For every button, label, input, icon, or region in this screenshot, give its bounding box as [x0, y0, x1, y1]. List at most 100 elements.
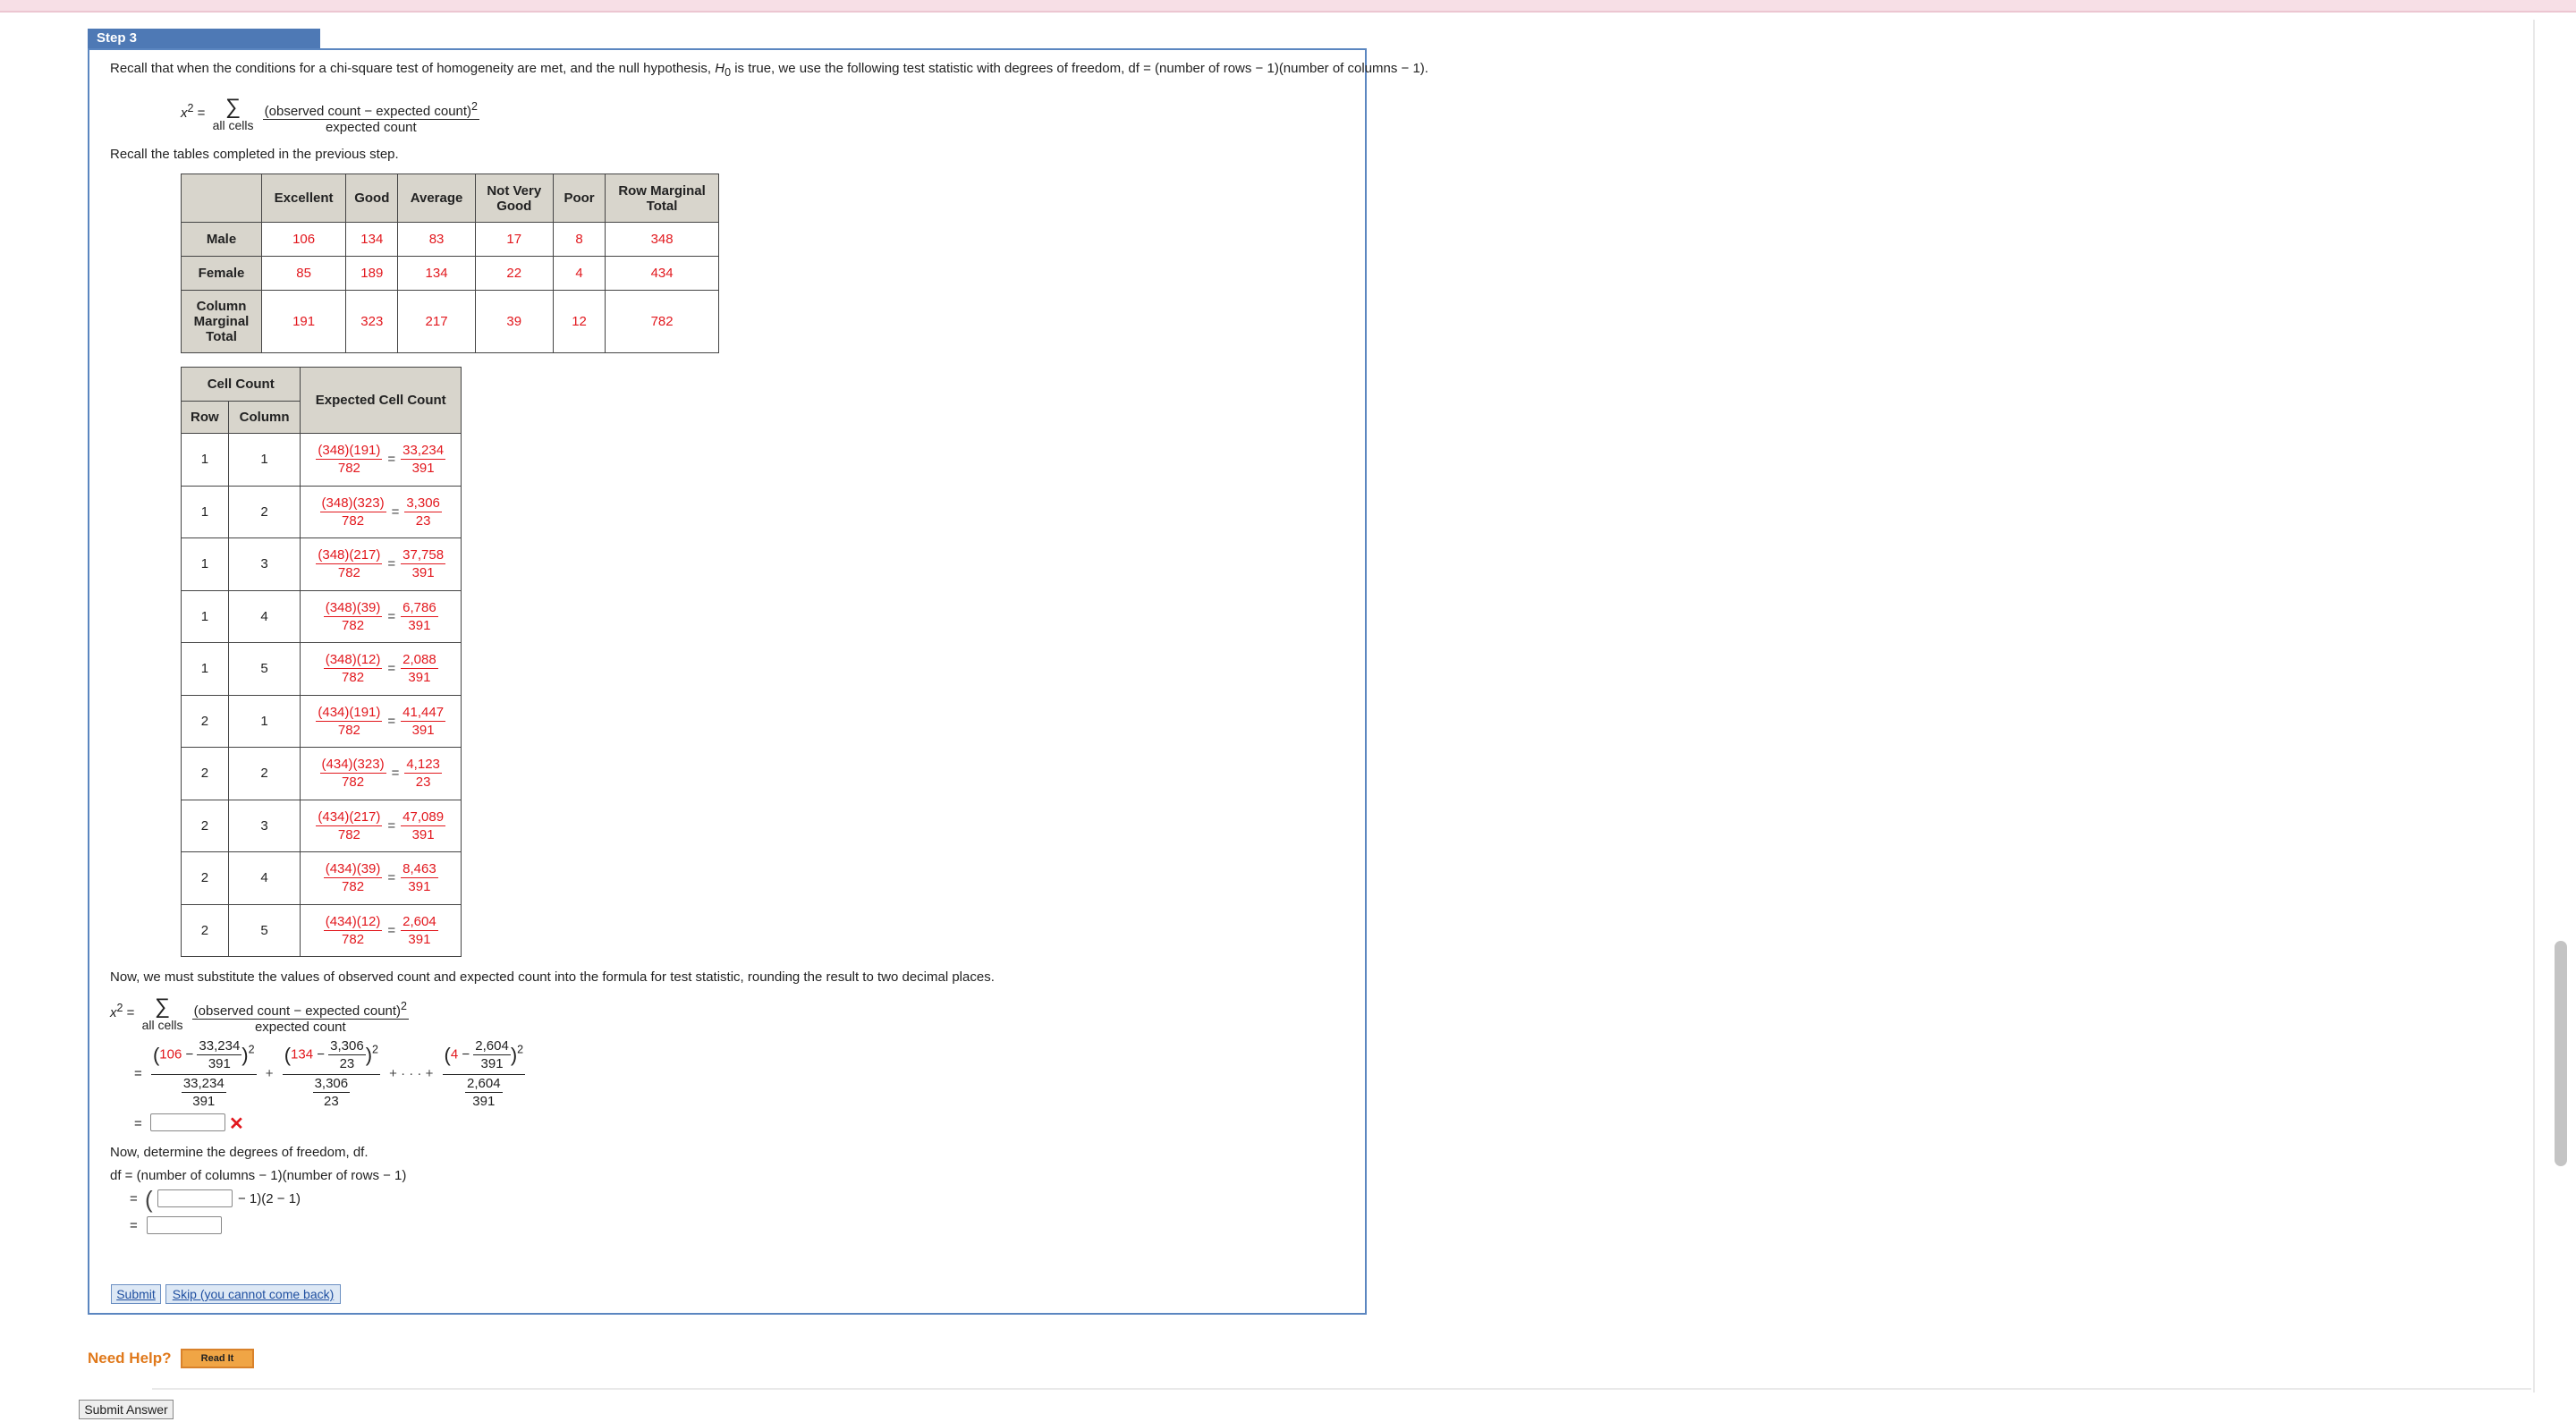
- row-index-cell: 2: [181, 747, 229, 800]
- minus-sign: −: [317, 1046, 325, 1062]
- expected-reduced-den: 391: [411, 722, 435, 738]
- formula-denominator: expected count: [254, 1020, 346, 1035]
- table-cell: 348: [605, 222, 719, 257]
- row-index-cell: 1: [181, 433, 229, 487]
- term-last-observed: 4: [450, 1046, 459, 1062]
- row-index-cell: 2: [181, 799, 229, 852]
- term-2-expected-num: 3,306: [328, 1038, 366, 1055]
- column-index-cell: 3: [227, 537, 301, 591]
- row-index-cell: 1: [181, 589, 229, 643]
- skip-button[interactable]: Skip (you cannot come back): [165, 1284, 341, 1304]
- row-index-cell: 1: [181, 642, 229, 696]
- column-index-cell: 2: [227, 747, 301, 800]
- expected-total: 782: [337, 565, 360, 581]
- expected-reduced-den: 23: [415, 774, 431, 791]
- substitution-formula: x2 = ∑ all cells (observed count − expec…: [110, 996, 409, 1035]
- read-it-button[interactable]: Read It: [181, 1349, 254, 1368]
- expected-total: 782: [337, 722, 360, 738]
- expected-total: 782: [342, 670, 365, 686]
- term-1-observed: 106: [159, 1046, 182, 1062]
- column-index-cell: 3: [227, 799, 301, 852]
- chi-square-answer-input[interactable]: [150, 1113, 225, 1131]
- expected-value-cell: (434)(323) 782 = 4,123 23: [300, 747, 462, 800]
- table-cell: 12: [552, 290, 606, 353]
- observed-header-row: Excellent Good Average Not Very Good Poo…: [180, 174, 719, 223]
- browser-top-strip: [0, 0, 2576, 13]
- cell-count-header: Cell Count: [180, 367, 301, 402]
- submit-button[interactable]: Submit: [111, 1284, 161, 1304]
- expected-count-table: Cell Count Expected Cell Count Row Colum…: [180, 367, 462, 957]
- formula-numerator-sup: 2: [471, 100, 478, 113]
- table-cell: 85: [261, 256, 347, 291]
- df-formula: df = (number of columns − 1)(number of r…: [110, 1168, 407, 1183]
- column-index-cell: 4: [227, 851, 301, 905]
- table-row: 2 4 (434)(39) 782 = 8,463 391: [181, 851, 462, 905]
- formula-lhs: x: [181, 106, 188, 121]
- equals-sign: =: [387, 870, 396, 886]
- equals-sign: =: [387, 713, 396, 729]
- column-index-cell: 5: [227, 903, 301, 957]
- table-row: 2 5 (434)(12) 782 = 2,604 391: [181, 903, 462, 957]
- df-result-equals: =: [130, 1218, 138, 1233]
- table-row: Male 106 134 83 17 8 348: [180, 222, 719, 257]
- substitution-term-last: (4 − 2,604 391)2 2,604 391: [442, 1038, 526, 1109]
- row-header: Column Marginal Total: [180, 290, 263, 353]
- observed-count-table: Excellent Good Average Not Very Good Poo…: [180, 174, 719, 353]
- df-answer-input[interactable]: [147, 1216, 222, 1234]
- formula-numerator-sup: 2: [401, 1000, 407, 1012]
- row-header: Male: [180, 222, 263, 257]
- expected-value-cell: (348)(217) 782 = 37,758 391: [300, 537, 462, 591]
- formula-equals: =: [197, 106, 206, 121]
- col-header: Good: [345, 174, 399, 223]
- col-header: Excellent: [261, 174, 347, 223]
- square-sup: 2: [248, 1043, 255, 1056]
- table-cell: 189: [345, 256, 399, 291]
- observed-corner-cell: [180, 174, 263, 223]
- expected-reduced-num: 41,447: [401, 704, 446, 722]
- minus-sign: −: [462, 1046, 470, 1062]
- row-index-cell: 2: [181, 903, 229, 957]
- expected-product: (434)(39): [323, 861, 383, 879]
- expected-product: (348)(39): [323, 599, 383, 617]
- sigma-symbol: ∑: [154, 995, 171, 1019]
- expected-product: (348)(323): [319, 495, 386, 512]
- table-row: 1 4 (348)(39) 782 = 6,786 391: [181, 589, 462, 643]
- column-index-cell: 2: [227, 485, 301, 538]
- intro-text-pre: Recall that when the conditions for a ch…: [110, 61, 712, 76]
- term-1-expected-num: 33,234: [197, 1038, 242, 1055]
- expected-reduced-den: 391: [411, 565, 435, 581]
- table-cell: 191: [261, 290, 347, 353]
- columns-input[interactable]: [157, 1189, 233, 1207]
- term-1-expected-den: 391: [208, 1056, 231, 1071]
- substitution-term-1: (106 − 33,234 391)2 33,234 391: [150, 1038, 257, 1109]
- expected-total: 782: [342, 931, 365, 947]
- table-row: 2 3 (434)(217) 782 = 47,089 391: [181, 799, 462, 852]
- expected-product: (434)(323): [319, 757, 386, 774]
- expected-reduced-den: 391: [411, 826, 435, 842]
- table-cell: 217: [397, 290, 476, 353]
- ellipsis-plus: + · · · +: [389, 1066, 434, 1081]
- df-open-paren: (: [145, 1186, 153, 1213]
- expected-product: (434)(191): [316, 704, 383, 722]
- expected-reduced-num: 2,604: [401, 913, 438, 931]
- formula-denominator: expected count: [325, 120, 417, 135]
- table-row: 1 1 (348)(191) 782 = 33,234 391: [181, 433, 462, 487]
- chi-square-formula: x2 = ∑ all cells (observed count − expec…: [181, 97, 479, 135]
- term-2-denom-num: 3,306: [312, 1076, 351, 1093]
- submit-answer-button[interactable]: Submit Answer: [79, 1400, 174, 1419]
- expansion-equals: =: [134, 1066, 142, 1081]
- expected-total: 782: [337, 826, 360, 842]
- table-cell: 106: [261, 222, 347, 257]
- scrollbar-thumb[interactable]: [2555, 941, 2567, 1166]
- term-2-observed: 134: [291, 1046, 314, 1062]
- expected-product: (434)(12): [323, 913, 383, 931]
- expected-reduced-den: 391: [408, 617, 431, 633]
- table-cell: 39: [474, 290, 554, 353]
- chi-square-result-equals: =: [134, 1116, 142, 1131]
- expected-reduced-num: 33,234: [401, 443, 446, 461]
- expected-group-header-row: Cell Count Expected Cell Count: [180, 367, 462, 434]
- expected-value-cell: (434)(191) 782 = 41,447 391: [300, 694, 462, 748]
- substitute-text: Now, we must substitute the values of ob…: [110, 969, 995, 985]
- table-row: 1 2 (348)(323) 782 = 3,306 23: [181, 485, 462, 538]
- df-text: Now, determine the degrees of freedom, d…: [110, 1145, 369, 1160]
